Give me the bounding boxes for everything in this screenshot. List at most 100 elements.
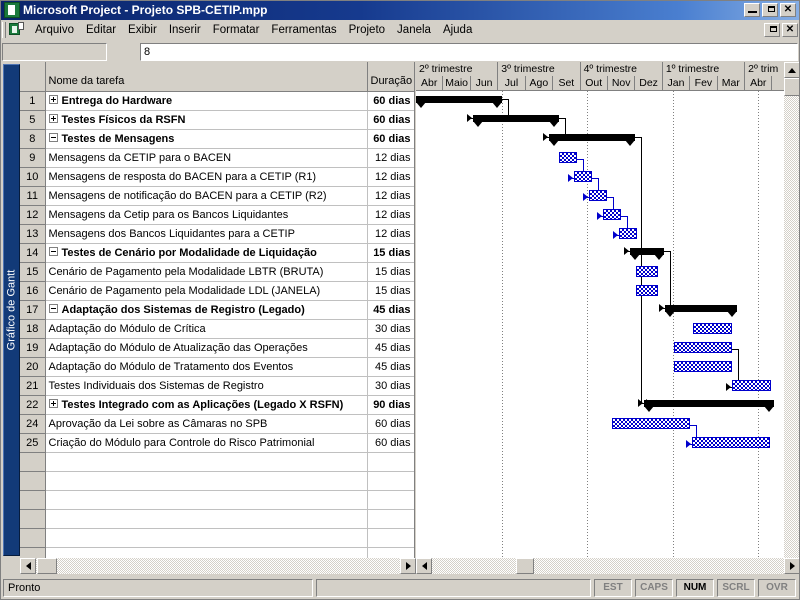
duration-cell[interactable]: 12 dias xyxy=(367,224,414,244)
empty-cell[interactable] xyxy=(367,509,414,529)
task-name-cell[interactable]: Testes de Mensagens xyxy=(45,129,368,149)
expand-icon[interactable] xyxy=(48,114,58,124)
row-id-cell[interactable]: 17 xyxy=(20,300,46,320)
empty-cell[interactable] xyxy=(45,547,368,558)
table-scroll-thumb[interactable] xyxy=(37,558,57,574)
table-row[interactable]: 19 Adaptação do Módulo de Atualização das… xyxy=(20,338,414,358)
table-row-empty[interactable] xyxy=(20,547,414,558)
table-row[interactable]: 14 Testes de Cenário por Modalidade de Li… xyxy=(20,243,414,263)
duration-cell[interactable]: 30 dias xyxy=(367,319,414,339)
gantt-summary-bar[interactable] xyxy=(549,134,635,146)
empty-cell[interactable] xyxy=(45,509,368,529)
task-name-cell[interactable]: Adaptação do Módulo de Crítica xyxy=(45,319,368,339)
duration-cell[interactable]: 60 dias xyxy=(367,433,414,453)
task-name-cell[interactable]: Mensagens dos Bancos Liquidantes para a … xyxy=(45,224,368,244)
table-row[interactable]: 16 Cenário de Pagamento pela Modalidade L… xyxy=(20,281,414,301)
empty-cell[interactable] xyxy=(20,528,46,548)
table-row[interactable]: 25 Criação do Módulo para Controle do Ris… xyxy=(20,433,414,453)
row-id-cell[interactable]: 18 xyxy=(20,319,46,339)
gantt-task-bar[interactable] xyxy=(674,342,732,353)
gantt-summary-bar[interactable] xyxy=(416,96,502,108)
empty-cell[interactable] xyxy=(20,547,46,558)
task-name-cell[interactable]: Mensagens de notificação do BACEN para a… xyxy=(45,186,368,206)
gantt-scroll-left-button[interactable] xyxy=(416,558,432,574)
task-name-cell[interactable]: Cenário de Pagamento pela Modalidade LBT… xyxy=(45,262,368,282)
gantt-vertical-scrollbar[interactable] xyxy=(784,62,800,558)
duration-cell[interactable]: 45 dias xyxy=(367,300,414,320)
menu-item-editar[interactable]: Editar xyxy=(80,22,122,38)
table-row-empty[interactable] xyxy=(20,490,414,510)
minimize-button[interactable] xyxy=(744,3,760,17)
table-row[interactable]: 9 Mensagens da CETIP para o BACEN 12 dias xyxy=(20,148,414,168)
gantt-task-bar[interactable] xyxy=(636,266,658,277)
duration-cell[interactable]: 12 dias xyxy=(367,148,414,168)
gantt-summary-bar[interactable] xyxy=(665,305,737,317)
gantt-task-bar[interactable] xyxy=(619,228,637,239)
menu-item-arquivo[interactable]: Arquivo xyxy=(29,22,80,38)
duration-cell[interactable]: 30 dias xyxy=(367,376,414,396)
gantt-summary-bar[interactable] xyxy=(473,115,559,127)
row-id-cell[interactable]: 19 xyxy=(20,338,46,358)
row-id-cell[interactable]: 13 xyxy=(20,224,46,244)
task-name-cell[interactable]: Criação do Módulo para Controle do Risco… xyxy=(45,433,368,453)
table-horizontal-scrollbar[interactable] xyxy=(20,558,416,575)
table-scroll-track[interactable] xyxy=(36,558,400,574)
table-row[interactable]: 13 Mensagens dos Bancos Liquidantes para … xyxy=(20,224,414,244)
duration-cell[interactable]: 12 dias xyxy=(367,167,414,187)
row-id-cell[interactable]: 25 xyxy=(20,433,46,453)
task-name-cell[interactable]: Mensagens da Cetip para os Bancos Liquid… xyxy=(45,205,368,225)
gantt-scroll-right-button[interactable] xyxy=(784,558,800,574)
task-table-pane[interactable]: Nome da tarefa Duração 1 Entrega do Hardw… xyxy=(20,62,415,558)
vertical-scroll-thumb[interactable] xyxy=(784,78,800,96)
task-name-cell[interactable]: Testes Individuais dos Sistemas de Regis… xyxy=(45,376,368,396)
task-name-cell[interactable]: Adaptação do Módulo de Tratamento dos Ev… xyxy=(45,357,368,377)
gantt-task-bar[interactable] xyxy=(692,437,770,448)
gantt-task-bar[interactable] xyxy=(612,418,690,429)
row-id-cell[interactable]: 21 xyxy=(20,376,46,396)
duration-cell[interactable]: 60 dias xyxy=(367,129,414,149)
restore-button[interactable] xyxy=(762,3,778,17)
task-name-cell[interactable]: Testes Integrado com as Aplicações (Lega… xyxy=(45,395,368,415)
empty-cell[interactable] xyxy=(367,528,414,548)
empty-cell[interactable] xyxy=(367,452,414,472)
task-name-cell[interactable]: Adaptação do Módulo de Atualização das O… xyxy=(45,338,368,358)
row-id-cell[interactable]: 12 xyxy=(20,205,46,225)
task-name-cell[interactable]: Testes de Cenário por Modalidade de Liqu… xyxy=(45,243,368,263)
row-id-cell[interactable]: 5 xyxy=(20,110,46,130)
gantt-horizontal-scrollbar[interactable] xyxy=(416,558,800,575)
table-row[interactable]: 11 Mensagens de notificação do BACEN para… xyxy=(20,186,414,206)
column-header-duration[interactable]: Duração xyxy=(367,62,414,92)
vertical-scroll-track[interactable] xyxy=(784,78,800,558)
gantt-task-bar[interactable] xyxy=(732,380,771,391)
duration-cell[interactable]: 60 dias xyxy=(367,91,414,111)
row-id-cell[interactable]: 24 xyxy=(20,414,46,434)
table-row[interactable]: 22 Testes Integrado com as Aplicações (Le… xyxy=(20,395,414,415)
table-row[interactable]: 15 Cenário de Pagamento pela Modalidade L… xyxy=(20,262,414,282)
table-scroll-right-button[interactable] xyxy=(400,558,416,574)
empty-cell[interactable] xyxy=(45,528,368,548)
gantt-task-bar[interactable] xyxy=(559,152,577,163)
close-button[interactable]: ✕ xyxy=(780,3,796,17)
empty-cell[interactable] xyxy=(367,471,414,491)
expand-icon[interactable] xyxy=(48,399,58,409)
table-row[interactable]: 18 Adaptação do Módulo de Crítica 30 dias xyxy=(20,319,414,339)
empty-cell[interactable] xyxy=(20,452,46,472)
task-name-cell[interactable]: Aprovação da Lei sobre as Câmaras no SPB xyxy=(45,414,368,434)
empty-cell[interactable] xyxy=(45,471,368,491)
table-row[interactable]: 20 Adaptação do Módulo de Tratamento dos … xyxy=(20,357,414,377)
gantt-task-bar[interactable] xyxy=(674,361,732,372)
table-scroll-left-button[interactable] xyxy=(20,558,36,574)
table-row[interactable]: 17 Adaptação dos Sistemas de Registro (Le… xyxy=(20,300,414,320)
duration-cell[interactable]: 45 dias xyxy=(367,357,414,377)
table-row[interactable]: 1 Entrega do Hardware 60 dias xyxy=(20,91,414,111)
empty-cell[interactable] xyxy=(20,490,46,510)
row-id-cell[interactable]: 11 xyxy=(20,186,46,206)
table-row-empty[interactable] xyxy=(20,452,414,472)
row-id-cell[interactable]: 16 xyxy=(20,281,46,301)
menu-drag-grip[interactable] xyxy=(2,21,6,38)
gantt-task-bar[interactable] xyxy=(574,171,592,182)
gantt-scroll-thumb[interactable] xyxy=(516,558,534,574)
collapse-icon[interactable] xyxy=(48,133,58,143)
gantt-summary-bar[interactable] xyxy=(644,400,774,412)
empty-cell[interactable] xyxy=(367,490,414,510)
